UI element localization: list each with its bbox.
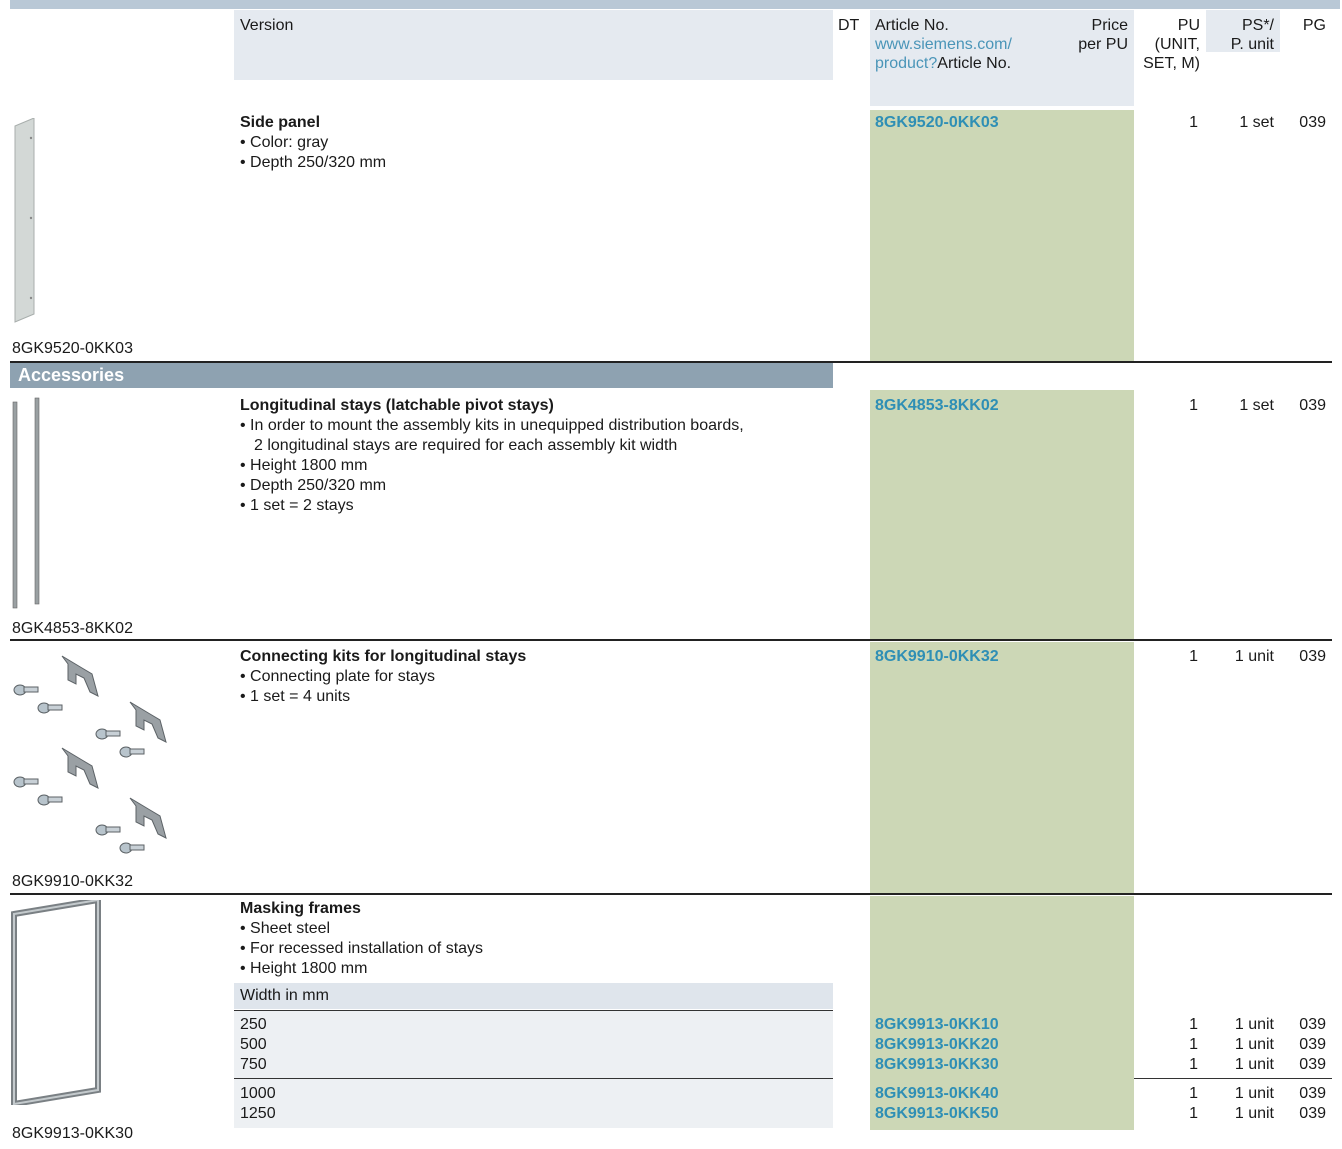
image-caption: 8GK9520-0KK03: [12, 340, 133, 357]
width-subheader: Width in mm: [234, 983, 833, 1009]
width-value: 750: [240, 1056, 267, 1073]
pg-header: PG: [1302, 17, 1326, 34]
dt-header: DT: [838, 17, 860, 34]
pg-value: 039: [1299, 1085, 1326, 1102]
pu-value: 1: [1189, 1036, 1198, 1053]
side-panel-image: [14, 118, 35, 323]
article-column-bg: [870, 110, 1134, 361]
pu-value: 1: [1189, 1085, 1198, 1102]
item-description: Longitudinal stays (latchable pivot stay…: [240, 397, 744, 514]
ps-value: 1 unit: [1234, 1056, 1274, 1073]
width-value: 1000: [240, 1085, 276, 1102]
article-number[interactable]: 8GK9913-0KK40: [875, 1084, 999, 1104]
row-divider: [10, 639, 1332, 641]
ps-value: 1 unit: [1234, 1036, 1274, 1053]
item-title: Masking frames: [240, 900, 361, 917]
article-number[interactable]: 8GK4853-8KK02: [875, 396, 999, 416]
pg-value: 039: [1299, 397, 1326, 414]
width-value: 250: [240, 1016, 267, 1033]
pu-value: 1: [1189, 114, 1198, 131]
ps-value: 1 unit: [1234, 1105, 1274, 1122]
ps-value: 1 set: [1239, 114, 1274, 131]
width-value: 1250: [240, 1105, 276, 1122]
masking-frame-image: [11, 900, 101, 1105]
top-bar: [10, 0, 1340, 9]
item-description: Connecting kits for longitudinal stays •…: [240, 648, 527, 705]
pu-value: 1: [1189, 1105, 1198, 1122]
item-title: Side panel: [240, 114, 321, 131]
version-header: Version: [240, 17, 294, 34]
article-number[interactable]: 8GK9913-0KK10: [875, 1015, 999, 1035]
accessories-section-header: Accessories: [10, 363, 833, 388]
article-header: Article No. www.siemens.com/ product?Art…: [875, 17, 1012, 72]
article-number[interactable]: 8GK9913-0KK20: [875, 1035, 999, 1055]
version-header-bg: [234, 10, 833, 80]
price-header: Price per PU: [1078, 17, 1128, 53]
ps-value: 1 unit: [1234, 1085, 1274, 1102]
subrow-divider: [1134, 1078, 1332, 1079]
pg-value: 039: [1299, 1036, 1326, 1053]
article-number[interactable]: 8GK9910-0KK32: [875, 647, 999, 667]
row-divider: [10, 893, 1332, 895]
pu-value: 1: [1189, 397, 1198, 414]
ps-header: PS*/P. unit: [1230, 17, 1274, 53]
pu-header: PU (UNIT, SET, M): [1143, 17, 1200, 72]
connecting-kits-image: [13, 655, 167, 854]
article-number[interactable]: 8GK9520-0KK03: [875, 113, 999, 133]
pg-value: 039: [1299, 648, 1326, 665]
article-column-bg: [870, 642, 1134, 893]
item-description: Masking frames • Sheet steel • For reces…: [240, 900, 484, 977]
pg-value: 039: [1299, 1016, 1326, 1033]
ps-value: 1 set: [1239, 397, 1274, 414]
ps-value: 1 unit: [1234, 648, 1274, 665]
pg-value: 039: [1299, 1105, 1326, 1122]
item-title: Connecting kits for longitudinal stays: [240, 648, 527, 665]
pg-value: 039: [1299, 114, 1326, 131]
pu-value: 1: [1189, 648, 1198, 665]
article-column-bg: [870, 390, 1134, 639]
article-number[interactable]: 8GK9913-0KK30: [875, 1055, 999, 1075]
image-caption: 8GK9910-0KK32: [12, 873, 133, 890]
subrow-divider: [234, 1078, 833, 1079]
article-link-line2[interactable]: product?: [875, 55, 937, 72]
item-description: Side panel • Color: gray • Depth 250/320…: [240, 114, 387, 171]
pu-value: 1: [1189, 1056, 1198, 1073]
longitudinal-stays-image: [12, 397, 40, 609]
image-caption: 8GK9913-0KK30: [12, 1125, 133, 1142]
subrow-divider: [234, 1010, 833, 1011]
pg-value: 039: [1299, 1056, 1326, 1073]
item-title: Longitudinal stays (latchable pivot stay…: [240, 397, 554, 414]
pu-value: 1: [1189, 1016, 1198, 1033]
width-rows-bg: [234, 1011, 833, 1128]
ps-value: 1 unit: [1234, 1016, 1274, 1033]
width-value: 500: [240, 1036, 267, 1053]
article-number[interactable]: 8GK9913-0KK50: [875, 1104, 999, 1124]
image-caption: 8GK4853-8KK02: [12, 620, 133, 637]
article-link-line1[interactable]: www.siemens.com/: [875, 35, 1012, 54]
